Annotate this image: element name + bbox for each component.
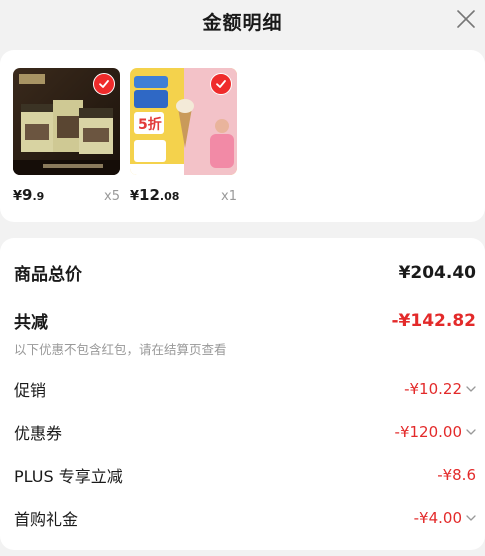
product-quantity: x1 xyxy=(221,189,237,204)
chevron-down-icon[interactable] xyxy=(466,515,476,521)
chevron-down-icon[interactable] xyxy=(466,429,476,435)
product-item[interactable]: ¥9.9 x5 xyxy=(13,68,120,204)
product-item[interactable]: 5折 ¥12.08 x1 xyxy=(130,68,237,204)
product-price-row: ¥12.08 x1 xyxy=(130,186,237,204)
promotion-label: 促销 xyxy=(14,381,47,400)
first-purchase-gift-value[interactable]: -¥4.00 xyxy=(414,509,476,527)
check-icon xyxy=(99,80,109,88)
plus-discount-label: PLUS 专享立减 xyxy=(14,467,123,486)
products-card: ¥9.9 x5 5折 ¥12.08 x1 xyxy=(0,50,485,222)
product-price: ¥9.9 xyxy=(13,186,45,204)
promotion-amount: -¥10.22 xyxy=(404,380,462,398)
chevron-down-icon[interactable] xyxy=(466,386,476,392)
plus-discount-value: -¥8.6 xyxy=(437,466,476,484)
total-price-row: 商品总价 ¥204.40 xyxy=(14,260,476,286)
total-price-value: ¥204.40 xyxy=(398,262,476,283)
product-quantity: x5 xyxy=(104,189,120,204)
page-title: 金额明细 xyxy=(202,11,283,34)
close-icon xyxy=(457,10,475,28)
coupon-row[interactable]: 优惠券 -¥120.00 xyxy=(14,420,476,444)
coupon-value[interactable]: -¥120.00 xyxy=(395,423,476,441)
modal-header: 金额明细 xyxy=(0,0,485,42)
selected-badge[interactable] xyxy=(210,73,232,95)
first-purchase-gift-amount: -¥4.00 xyxy=(413,509,462,527)
first-purchase-gift-label: 首购礼金 xyxy=(14,510,79,529)
product-image[interactable]: 5折 xyxy=(130,68,237,175)
product-image[interactable] xyxy=(13,68,120,175)
check-icon xyxy=(216,80,226,88)
close-button[interactable] xyxy=(453,6,479,32)
promotion-row[interactable]: 促销 -¥10.22 xyxy=(14,377,476,401)
coupon-amount: -¥120.00 xyxy=(394,423,462,441)
total-reduction-value: -¥142.82 xyxy=(391,310,477,331)
plus-discount-amount: -¥8.6 xyxy=(437,466,476,484)
product-price: ¥12.08 xyxy=(130,186,180,204)
total-reduction-label: 共减 xyxy=(14,313,48,333)
coupon-label: 优惠券 xyxy=(14,424,63,443)
total-price-label: 商品总价 xyxy=(14,265,82,285)
plus-discount-row: PLUS 专享立减 -¥8.6 xyxy=(14,463,476,487)
price-summary-card: 商品总价 ¥204.40 共减 -¥142.82 以下优惠不包含红包，请在结算页… xyxy=(0,238,485,550)
promotion-value[interactable]: -¥10.22 xyxy=(404,380,476,398)
svg-text:5折: 5折 xyxy=(138,116,162,133)
total-reduction-row: 共减 -¥142.82 xyxy=(14,308,477,334)
first-purchase-gift-row[interactable]: 首购礼金 -¥4.00 xyxy=(14,506,476,530)
reduction-note: 以下优惠不包含红包，请在结算页查看 xyxy=(14,342,227,357)
product-price-row: ¥9.9 x5 xyxy=(13,186,120,204)
selected-badge[interactable] xyxy=(93,73,115,95)
